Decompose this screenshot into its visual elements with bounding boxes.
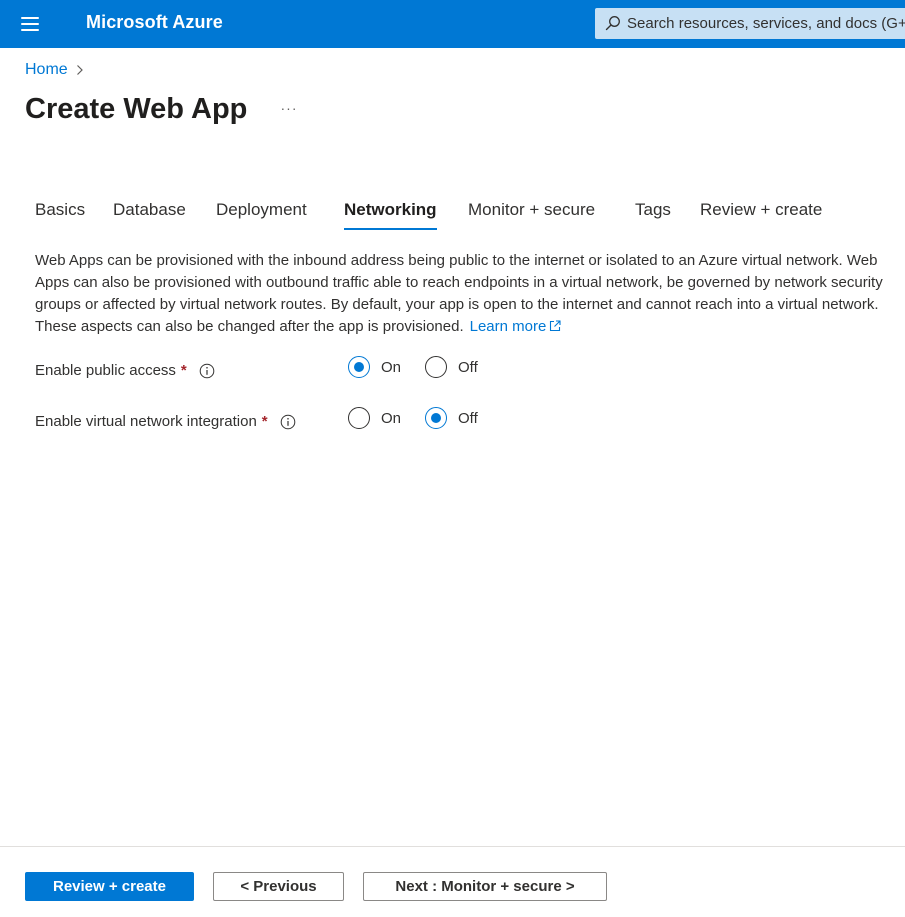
more-options-button[interactable]: ··· xyxy=(278,100,300,120)
breadcrumb: Home xyxy=(25,61,84,79)
networking-description: Web Apps can be provisioned with the inb… xyxy=(35,250,895,338)
vnet-integration-on-radio[interactable]: On xyxy=(348,407,401,429)
hamburger-line xyxy=(21,29,39,31)
chevron-right-icon xyxy=(76,65,83,75)
vnet-integration-label-text: Enable virtual network integration xyxy=(35,413,257,430)
tab-monitor-secure[interactable]: Monitor + secure xyxy=(468,200,595,230)
public-access-off-radio[interactable]: Off xyxy=(425,356,478,378)
info-icon[interactable] xyxy=(199,363,215,379)
radio-label-off: Off xyxy=(458,409,478,427)
radio-label-on: On xyxy=(381,358,402,376)
tab-review-create[interactable]: Review + create xyxy=(700,200,822,230)
search-icon xyxy=(605,16,620,31)
vnet-integration-radio-group: On Off xyxy=(348,407,502,429)
learn-more-link[interactable]: Learn more xyxy=(470,318,562,335)
hamburger-line xyxy=(21,17,39,19)
hamburger-menu-button[interactable] xyxy=(10,6,50,42)
next-button[interactable]: Next : Monitor + secure > xyxy=(363,872,607,901)
breadcrumb-home-link[interactable]: Home xyxy=(25,61,68,79)
tab-tags[interactable]: Tags xyxy=(635,200,671,230)
public-access-label: Enable public access * xyxy=(35,362,215,379)
external-link-icon xyxy=(550,320,561,332)
public-access-on-radio[interactable]: On xyxy=(348,356,401,378)
vnet-integration-label: Enable virtual network integration * xyxy=(35,413,296,430)
tab-database[interactable]: Database xyxy=(113,200,186,230)
page-title: Create Web App xyxy=(25,93,248,125)
tab-basics[interactable]: Basics xyxy=(35,200,85,230)
brand-title[interactable]: Microsoft Azure xyxy=(86,12,223,33)
top-bar: Microsoft Azure xyxy=(0,0,905,48)
radio-circle[interactable] xyxy=(348,356,370,378)
public-access-radio-group: On Off xyxy=(348,356,502,378)
tab-networking[interactable]: Networking xyxy=(344,200,437,230)
tab-deployment[interactable]: Deployment xyxy=(216,200,307,230)
review-create-button[interactable]: Review + create xyxy=(25,872,194,901)
info-icon[interactable] xyxy=(280,414,296,430)
learn-more-label: Learn more xyxy=(469,318,547,335)
previous-button[interactable]: < Previous xyxy=(213,872,344,901)
global-search[interactable] xyxy=(595,8,905,39)
required-asterisk: * xyxy=(180,362,187,379)
required-asterisk: * xyxy=(261,413,268,430)
footer-divider xyxy=(0,846,905,847)
description-text: Web Apps can be provisioned with the inb… xyxy=(35,252,883,335)
radio-label-off: Off xyxy=(458,358,478,376)
radio-circle[interactable] xyxy=(425,356,448,378)
radio-label-on: On xyxy=(381,409,402,427)
vnet-integration-off-radio[interactable]: Off xyxy=(425,407,478,429)
radio-circle[interactable] xyxy=(425,407,448,429)
public-access-label-text: Enable public access xyxy=(35,362,176,379)
hamburger-line xyxy=(21,23,39,25)
search-input[interactable] xyxy=(627,8,905,39)
radio-circle[interactable] xyxy=(348,407,370,429)
